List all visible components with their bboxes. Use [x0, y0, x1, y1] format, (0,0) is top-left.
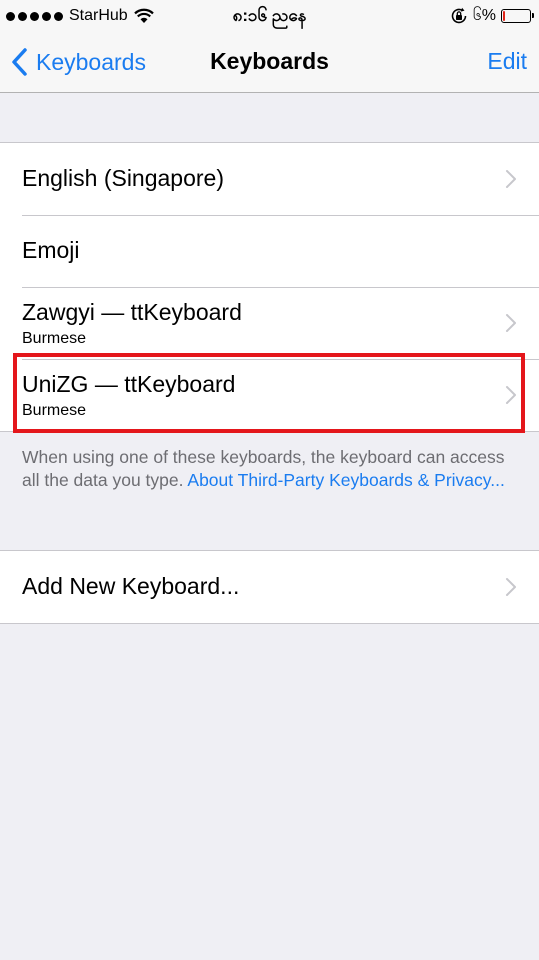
privacy-note: When using one of these keyboards, the k… [22, 446, 512, 492]
keyboard-language: Burmese [22, 330, 87, 347]
add-new-keyboard-label: Add New Keyboard... [22, 573, 240, 599]
keyboard-row-emoji[interactable]: Emoji [0, 215, 539, 287]
add-keyboard-group: Add New Keyboard... [0, 550, 539, 624]
navigation-bar: Keyboards Keyboards Edit [0, 32, 539, 93]
status-bar: StarHub ၈:၁၆ ညနေ ၆% [0, 0, 539, 32]
chevron-right-icon [506, 578, 516, 596]
keyboard-title: English (Singapore) [22, 165, 225, 191]
keyboard-title: UniZG — ttKeyboard [22, 371, 236, 397]
chevron-right-icon [506, 314, 516, 332]
battery-level-fill [503, 11, 505, 21]
keyboard-row-unizg[interactable]: UniZG — ttKeyboard Burmese [0, 359, 539, 431]
keyboard-row-zawgyi[interactable]: Zawgyi — ttKeyboard Burmese [0, 287, 539, 359]
add-new-keyboard-row[interactable]: Add New Keyboard... [0, 551, 539, 623]
keyboard-language: Burmese [22, 402, 87, 419]
privacy-link[interactable]: About Third-Party Keyboards & Privacy... [187, 470, 504, 490]
edit-button[interactable]: Edit [487, 48, 527, 75]
chevron-right-icon [506, 386, 516, 404]
keyboard-title: Zawgyi — ttKeyboard [22, 299, 242, 325]
keyboard-title: Emoji [22, 237, 80, 263]
battery-percent: ၆% [472, 7, 496, 24]
keyboards-list: English (Singapore) Emoji Zawgyi — ttKey… [0, 142, 539, 432]
rotation-lock-icon [451, 7, 467, 24]
chevron-right-icon [506, 170, 516, 188]
keyboard-row-english-singapore[interactable]: English (Singapore) [0, 143, 539, 215]
status-right: ၆% [450, 5, 534, 27]
battery-icon [501, 9, 534, 23]
page-title: Keyboards [210, 48, 329, 74]
